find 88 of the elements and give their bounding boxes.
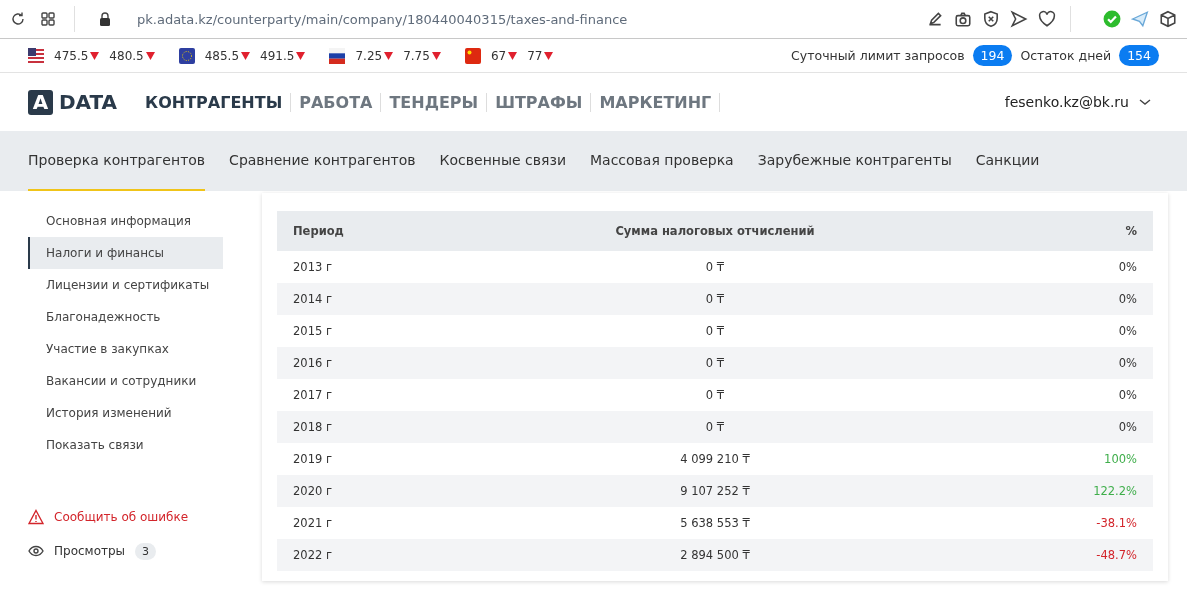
table-cell-text: 0% <box>1117 260 1137 274</box>
nav-link[interactable]: ШТРАФЫ <box>487 92 592 112</box>
user-email[interactable]: fesenko.kz@bk.ru <box>1004 94 1129 110</box>
send-icon[interactable] <box>1010 10 1028 28</box>
sidebar-item[interactable]: История изменений <box>28 397 223 429</box>
table-cell-text: 2 894 500 ₸ <box>679 548 751 562</box>
table-cell-text: 2019 г <box>293 452 333 466</box>
table-cell-text: 0% <box>1117 324 1137 338</box>
table-cell-text: 4 099 210 ₸ <box>679 452 751 466</box>
rate-value: 475.5 <box>54 48 89 63</box>
views-count: 3 <box>135 542 157 560</box>
count-badge: 194 <box>972 45 1013 66</box>
sidebar-item[interactable]: Благонадежность <box>28 301 223 333</box>
limit-label: Остаток дней <box>1020 48 1112 63</box>
sidebar-item[interactable]: Налоги и финансы <box>28 237 223 269</box>
sidebar-item[interactable]: Показать связи <box>28 429 223 461</box>
lock-icon <box>97 11 113 27</box>
us-flag-icon <box>28 47 44 64</box>
table-cell-text: 0% <box>1117 292 1137 306</box>
paper-plane-icon[interactable] <box>1131 10 1149 28</box>
table-cell-text: 2021 г <box>293 516 333 530</box>
table-cell-text: 9 107 252 ₸ <box>679 484 751 498</box>
limit-label: Суточный лимит запросов <box>791 48 965 63</box>
table-cell-text: 0 ₸ <box>704 388 726 402</box>
table-cell-text: 0 ₸ <box>704 260 726 274</box>
sub-nav-tab[interactable]: Массовая проверка <box>590 131 734 191</box>
table-cell-text: 0% <box>1117 420 1137 434</box>
eu-flag-icon <box>178 47 195 64</box>
grid-icon[interactable] <box>40 11 56 27</box>
logo-mark: A <box>28 89 53 115</box>
table-cell-text: 122.2% <box>1092 484 1137 498</box>
table-cell-text: 0% <box>1117 388 1137 402</box>
table-cell-text: 0 ₸ <box>704 356 726 370</box>
table-cell-text: 2018 г <box>293 420 333 434</box>
column-header: Период <box>293 224 345 238</box>
warning-icon <box>28 509 44 525</box>
edit-icon[interactable] <box>926 10 944 28</box>
table-cell-text: 0 ₸ <box>704 420 726 434</box>
sub-nav-tab[interactable]: Санкции <box>975 131 1040 191</box>
sidebar-item[interactable]: Участие в закупках <box>28 333 223 365</box>
rate-value: 491.5 <box>260 48 295 63</box>
report-error-link[interactable]: Сообщить об ошибке <box>54 510 189 524</box>
nav-link[interactable]: РАБОТА <box>291 92 382 112</box>
table-cell-text: 2014 г <box>293 292 333 306</box>
cn-flag-icon <box>464 47 481 64</box>
rate-value: 7.75 <box>403 48 430 63</box>
table-cell-text: 2013 г <box>293 260 333 274</box>
table-cell-text: 2017 г <box>293 388 333 402</box>
camera-icon[interactable] <box>954 10 972 28</box>
table-cell-text: 2022 г <box>293 548 333 562</box>
table-cell-text: 0 ₸ <box>704 292 726 306</box>
column-header: % <box>1124 224 1137 238</box>
sidebar-item[interactable]: Основная информация <box>28 205 223 237</box>
rate-value: 485.5 <box>204 48 240 63</box>
sub-nav-tab[interactable]: Зарубежные контрагенты <box>757 131 952 191</box>
sidebar-item[interactable]: Лицензии и сертификаты <box>28 269 223 301</box>
eye-icon <box>28 543 44 559</box>
table-cell-text: 2016 г <box>293 356 333 370</box>
cube-icon[interactable] <box>1159 10 1177 28</box>
rate-value: 480.5 <box>109 48 144 63</box>
table-cell-text: 0 ₸ <box>704 324 726 338</box>
nav-link[interactable]: МАРКЕТИНГ <box>591 92 721 112</box>
column-header: Сумма налоговых отчислений <box>614 224 816 238</box>
table-cell-text: -38.1% <box>1095 516 1137 530</box>
sub-nav-tab[interactable]: Косвенные связи <box>439 131 566 191</box>
views-label: Просмотры <box>54 544 126 558</box>
address-bar[interactable]: pk.adata.kz/counterparty/main/company/180440040315/taxes-and-finance <box>137 11 926 27</box>
table-cell-text: 0% <box>1117 356 1137 370</box>
rate-value: 77 <box>527 48 543 63</box>
nav-link[interactable]: КОНТРАГЕНТЫ <box>137 92 292 112</box>
check-icon[interactable] <box>1103 10 1121 28</box>
reload-icon[interactable] <box>10 11 26 27</box>
table-cell-text: 2020 г <box>293 484 333 498</box>
count-badge: 154 <box>1119 45 1159 66</box>
logo-text: DATA <box>59 90 118 114</box>
nav-link[interactable]: ТЕНДЕРЫ <box>381 92 488 112</box>
rate-value: 67 <box>490 48 507 63</box>
table-cell-text: 5 638 553 ₸ <box>679 516 751 530</box>
table-cell-text: 2015 г <box>293 324 333 338</box>
sub-nav-tab[interactable]: Проверка контрагентов <box>28 131 206 191</box>
shield-icon[interactable] <box>982 10 1000 28</box>
table-cell-text: -48.7% <box>1095 548 1137 562</box>
sidebar-item[interactable]: Вакансии и сотрудники <box>28 365 223 397</box>
table-cell-text: 100% <box>1103 452 1137 466</box>
sub-nav-tab[interactable]: Сравнение контрагентов <box>229 131 416 191</box>
heart-icon[interactable] <box>1038 10 1056 28</box>
ru-flag-icon <box>329 47 346 64</box>
rate-value: 7.25 <box>355 48 383 63</box>
